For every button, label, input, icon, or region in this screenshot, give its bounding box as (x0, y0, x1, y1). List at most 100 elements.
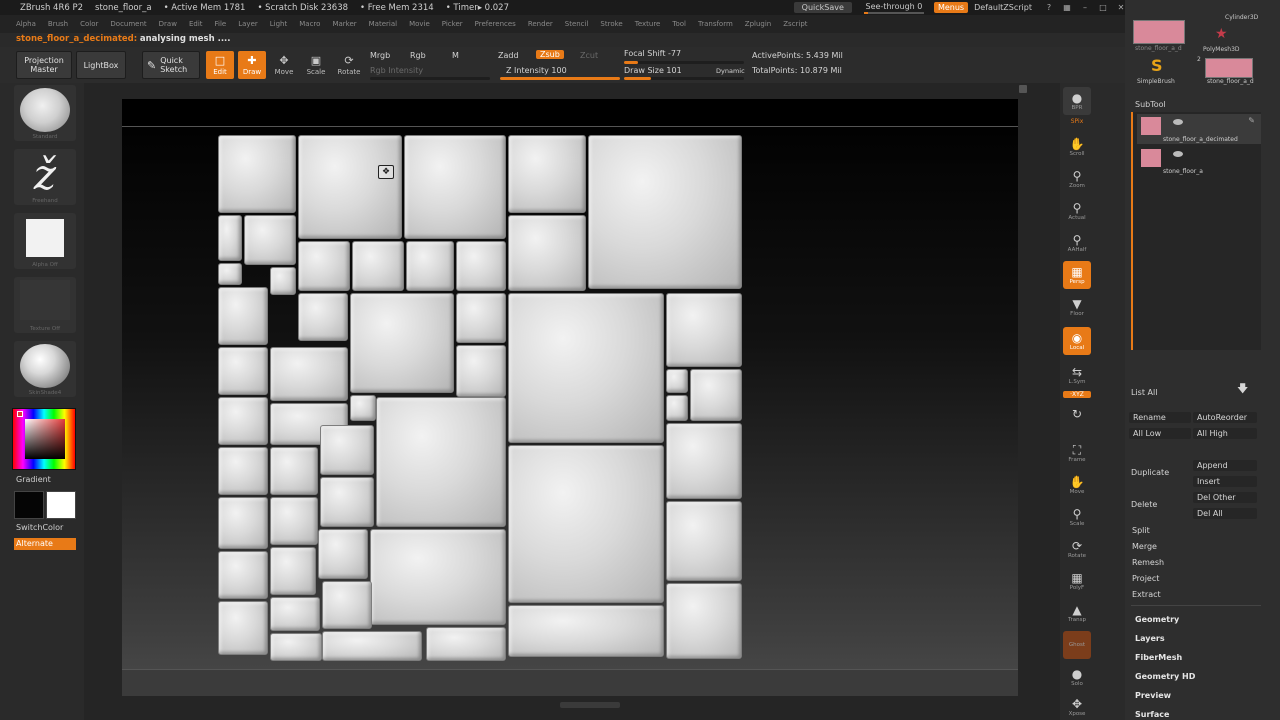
bpr-button[interactable]: ● BPR (1063, 87, 1091, 115)
menu-color[interactable]: Color (80, 20, 98, 28)
split-menu[interactable]: Split (1132, 526, 1150, 535)
quick-sketch-button[interactable]: ✎ Quick Sketch (142, 51, 200, 79)
seethrough-track[interactable] (863, 11, 924, 14)
rgb-button[interactable]: Rgb (410, 51, 426, 60)
layout-icon[interactable]: ▦ (1058, 3, 1076, 12)
maximize-icon[interactable]: □ (1094, 3, 1112, 12)
secondary-color-swatch[interactable] (14, 491, 44, 519)
z-intensity-slider[interactable]: Z Intensity 100 (506, 66, 567, 75)
menu-brush[interactable]: Brush (48, 20, 68, 28)
move-mode-button[interactable]: ✥ Move (270, 51, 298, 79)
polypaint-icon[interactable]: ✎ (1248, 116, 1255, 125)
aahalf-button[interactable]: ⚲ AAHalf (1063, 229, 1091, 257)
polyf-button[interactable]: ▦ PolyF (1063, 567, 1091, 595)
rgb-intensity-slider[interactable]: Rgb Intensity (370, 66, 423, 75)
tool-thumb-stone-floor[interactable] (1133, 20, 1185, 44)
color-picker[interactable] (12, 408, 76, 470)
all-high-button[interactable]: All High (1193, 428, 1257, 439)
menu-document[interactable]: Document (110, 20, 146, 28)
extract-menu[interactable]: Extract (1132, 590, 1161, 599)
texture-selector[interactable]: Texture Off (14, 277, 76, 333)
minimize-icon[interactable]: – (1076, 3, 1094, 12)
tool-thumb-stone-floor-2[interactable] (1205, 58, 1253, 78)
menu-zplugin[interactable]: Zplugin (745, 20, 771, 28)
menu-stroke[interactable]: Stroke (600, 20, 622, 28)
local-button[interactable]: ◉ Local (1063, 327, 1091, 355)
eye-icon[interactable] (1173, 151, 1183, 157)
menu-marker[interactable]: Marker (332, 20, 356, 28)
transp-button[interactable]: ▲ Transp (1063, 599, 1091, 627)
stroke-selector[interactable]: ž Freehand (14, 149, 76, 205)
menu-material[interactable]: Material (369, 20, 397, 28)
all-low-button[interactable]: All Low (1129, 428, 1191, 439)
simplebrush-icon[interactable]: S (1151, 56, 1163, 75)
lightbox-button[interactable]: LightBox (76, 51, 126, 79)
xpose-button[interactable]: ✥ Xpose (1063, 693, 1091, 720)
edit-mode-button[interactable]: □ Edit (206, 51, 234, 79)
duplicate-button[interactable]: Duplicate (1131, 468, 1169, 477)
draw-size-track[interactable] (624, 77, 744, 80)
insert-button[interactable]: Insert (1193, 476, 1257, 487)
solo-button[interactable]: ● Solo (1063, 663, 1091, 691)
xyz-button[interactable]: ·XYZ (1063, 391, 1091, 398)
frame-button[interactable]: ⛶ Frame (1063, 439, 1091, 467)
rotate-view-button[interactable]: ⟳ Rotate (1063, 535, 1091, 563)
projection-master-button[interactable]: Projection Master (16, 51, 72, 79)
subtool-item-decimated[interactable]: ✎ stone_floor_a_decimated (1137, 114, 1261, 144)
scale-view-button[interactable]: ⚲ Scale (1063, 503, 1091, 531)
rgb-intensity-track[interactable] (370, 77, 490, 80)
material-selector[interactable]: SkinShade4 (14, 341, 76, 397)
mrgb-button[interactable]: Mrgb (370, 51, 390, 60)
menus-toggle-button[interactable]: Menus (933, 2, 969, 13)
menu-layer[interactable]: Layer (238, 20, 258, 28)
del-other-button[interactable]: Del Other (1193, 492, 1257, 503)
menu-stencil[interactable]: Stencil (565, 20, 589, 28)
menu-macro[interactable]: Macro (299, 20, 320, 28)
autoreorder-button[interactable]: AutoReorder (1193, 412, 1257, 423)
menu-render[interactable]: Render (528, 20, 553, 28)
arrow-down-icon[interactable]: 🡇 (1237, 380, 1248, 399)
spix-slider[interactable]: SPix (1063, 118, 1091, 125)
merge-menu[interactable]: Merge (1132, 542, 1157, 551)
zsub-button[interactable]: Zsub (536, 50, 564, 59)
del-all-button[interactable]: Del All (1193, 508, 1257, 519)
focal-shift-track[interactable] (624, 61, 744, 64)
menu-transform[interactable]: Transform (698, 20, 733, 28)
remesh-menu[interactable]: Remesh (1132, 558, 1164, 567)
main-color-swatch[interactable] (17, 411, 23, 417)
m-button[interactable]: M (452, 51, 459, 60)
list-all-button[interactable]: List All (1131, 388, 1157, 397)
zcut-button[interactable]: Zcut (580, 51, 598, 60)
seethrough-slider[interactable]: See-through 0 (863, 2, 924, 14)
canvas-scroll-handle[interactable] (1019, 85, 1027, 93)
menu-edit[interactable]: Edit (189, 20, 203, 28)
zadd-button[interactable]: Zadd (498, 51, 519, 60)
scale-mode-button[interactable]: ▣ Scale (302, 51, 330, 79)
help-icon[interactable]: ? (1040, 3, 1058, 12)
rename-button[interactable]: Rename (1129, 412, 1191, 423)
menu-tool[interactable]: Tool (672, 20, 686, 28)
scroll-button[interactable]: ✋ Scroll (1063, 133, 1091, 161)
delete-button[interactable]: Delete (1131, 500, 1157, 509)
menu-light[interactable]: Light (270, 20, 287, 28)
brush-selector[interactable]: Standard (14, 85, 76, 141)
subtool-item-stone-floor[interactable]: stone_floor_a (1137, 146, 1261, 176)
move-view-button[interactable]: ✋ Move (1063, 471, 1091, 499)
switchcolor-button[interactable]: SwitchColor (16, 523, 63, 532)
surface-section[interactable]: Surface (1135, 710, 1169, 719)
focal-shift-slider[interactable]: Focal Shift -77 (624, 49, 681, 58)
stone-floor-mesh[interactable] (218, 135, 742, 661)
polymesh-star-icon[interactable]: ★ (1215, 26, 1228, 42)
floor-button[interactable]: ▼ Floor (1063, 293, 1091, 321)
quicksave-button[interactable]: QuickSave (793, 2, 852, 13)
viewport-canvas[interactable]: ❖ (122, 99, 1018, 696)
menu-movie[interactable]: Movie (409, 20, 430, 28)
draw-size-slider[interactable]: Draw Size 101 (624, 66, 682, 75)
actual-button[interactable]: ⚲ Actual (1063, 197, 1091, 225)
menu-draw[interactable]: Draw (159, 20, 177, 28)
menu-texture[interactable]: Texture (635, 20, 661, 28)
primary-color-swatch[interactable] (46, 491, 76, 519)
menu-picker[interactable]: Picker (442, 20, 463, 28)
alpha-selector[interactable]: Alpha Off (14, 213, 76, 269)
alternate-toggle[interactable]: Alternate (14, 538, 76, 550)
